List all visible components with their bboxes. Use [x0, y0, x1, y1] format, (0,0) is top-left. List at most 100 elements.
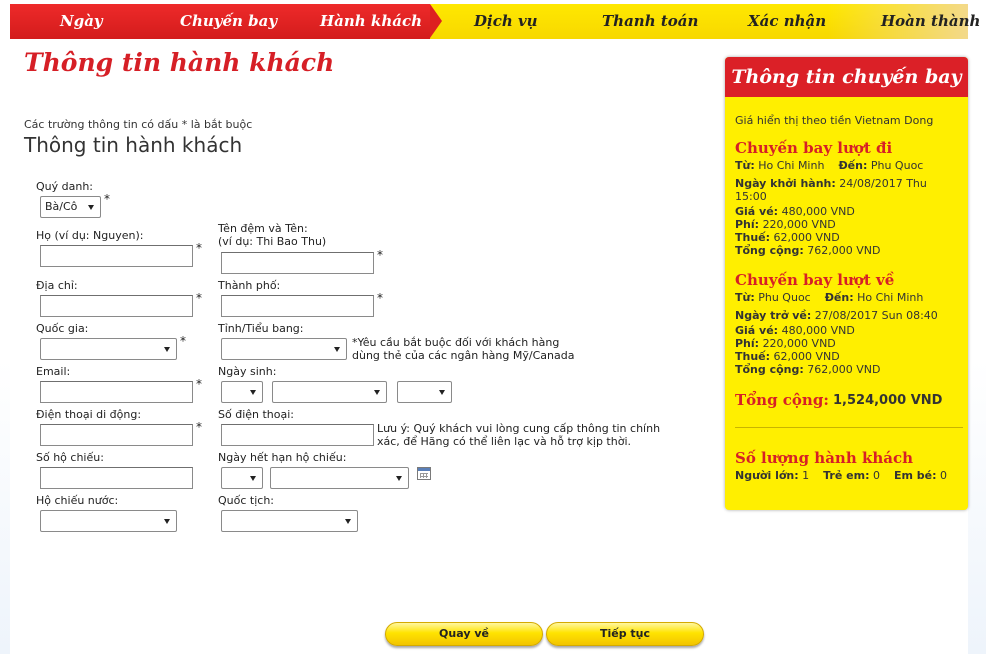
return-total-value: 762,000 VND	[807, 363, 881, 376]
passenger-counts: Người lớn: 1 Trẻ em: 0 Em bé: 0	[735, 469, 947, 482]
return-fare-value: 480,000 VND	[781, 324, 855, 337]
outbound-from: Ho Chi Minh	[758, 159, 825, 172]
back-button[interactable]: Quay về	[385, 622, 543, 646]
return-fee: Phí: 220,000 VND	[735, 337, 836, 350]
mobile-input[interactable]	[40, 424, 193, 446]
state-note-line-2: dùng thẻ của các ngân hàng Mỹ/Canada	[352, 349, 575, 362]
outbound-fee-label: Phí:	[735, 218, 760, 231]
outbound-fare-label: Giá vé:	[735, 205, 779, 218]
address-label: Địa chỉ:	[36, 279, 78, 292]
outbound-date-label: Ngày khởi hành:	[735, 177, 836, 190]
required-note: Các trường thông tin có dấu * là bắt buộ…	[24, 118, 253, 131]
required-mark: *	[196, 241, 202, 255]
title-select[interactable]: Bà/Cô	[40, 196, 101, 218]
infant-label: Em bé:	[893, 469, 937, 482]
return-fare-label: Giá vé:	[735, 324, 779, 337]
last-name-label: Họ (ví dụ: Nguyen):	[36, 229, 144, 242]
step-complete: Hoàn thành	[881, 12, 981, 30]
state-note-line-1: *Yêu cầu bắt buộc đối với khách hàng	[352, 336, 560, 349]
grand-total-label: Tổng cộng:	[735, 391, 829, 409]
country-select[interactable]	[40, 338, 177, 360]
return-total: Tổng cộng: 762,000 VND	[735, 363, 881, 376]
return-from: Phu Quoc	[758, 291, 811, 304]
outbound-fare-value: 480,000 VND	[781, 205, 855, 218]
dob-day-select[interactable]	[221, 381, 263, 403]
booking-steps: Ngày Chuyến bay Hành khách Dịch vụ Thanh…	[10, 4, 980, 39]
sidebar-divider	[735, 427, 963, 428]
phone-input[interactable]	[221, 424, 374, 446]
outbound-date-value: 24/08/2017 Thu	[839, 177, 927, 190]
outbound-heading: Chuyến bay lượt đi	[735, 139, 893, 157]
outbound-from-label: Từ:	[735, 159, 755, 172]
return-fee-label: Phí:	[735, 337, 760, 350]
return-tax-label: Thuế:	[735, 350, 771, 363]
email-input[interactable]	[40, 381, 193, 403]
required-mark: *	[196, 377, 202, 391]
outbound-fee-value: 220,000 VND	[762, 218, 836, 231]
return-tax: Thuế: 62,000 VND	[735, 350, 840, 363]
currency-note: Giá hiển thị theo tiền Vietnam Dong	[735, 114, 934, 127]
email-label: Email:	[36, 365, 71, 378]
return-fee-value: 220,000 VND	[762, 337, 836, 350]
return-to: Ho Chi Minh	[857, 291, 924, 304]
outbound-date: Ngày khởi hành: 24/08/2017 Thu	[735, 177, 927, 190]
return-date-value: 27/08/2017 Sun 08:40	[814, 309, 938, 322]
dob-month-select[interactable]	[272, 381, 387, 403]
dob-label: Ngày sinh:	[218, 365, 277, 378]
grand-total-value: 1,524,000 VND	[833, 393, 943, 408]
outbound-total: Tổng cộng: 762,000 VND	[735, 244, 881, 257]
passport-country-select[interactable]	[40, 510, 177, 532]
step-date[interactable]: Ngày	[60, 4, 103, 39]
given-name-label: Tên đệm và Tên:	[218, 222, 308, 235]
outbound-tax-value: 62,000 VND	[773, 231, 840, 244]
passport-input[interactable]	[40, 467, 193, 489]
country-label: Quốc gia:	[36, 322, 89, 335]
continue-button[interactable]: Tiếp tục	[546, 622, 704, 646]
return-fare: Giá vé: 480,000 VND	[735, 324, 855, 337]
outbound-time: 15:00	[735, 190, 767, 203]
page-title: Thông tin hành khách	[24, 48, 335, 77]
outbound-route: Từ: Ho Chi Minh Đến: Phu Quoc	[735, 159, 923, 172]
city-input[interactable]	[221, 295, 374, 317]
phone-note-line-2: xác, để Hãng có thể liên lạc và hỗ trợ k…	[377, 435, 631, 448]
city-label: Thành phố:	[218, 279, 281, 292]
outbound-tax-label: Thuế:	[735, 231, 771, 244]
infant-count: 0	[940, 469, 948, 482]
passenger-count-heading: Số lượng hành khách	[735, 449, 914, 467]
flight-info-panel: Thông tin chuyến bay Giá hiển thị theo t…	[725, 57, 968, 510]
title-label: Quý danh:	[36, 180, 94, 193]
nationality-label: Quốc tịch:	[218, 494, 274, 507]
step-passenger: Hành khách	[320, 12, 422, 30]
return-route: Từ: Phu Quoc Đến: Ho Chi Minh	[735, 291, 923, 304]
state-select[interactable]	[221, 338, 347, 360]
state-label: Tỉnh/Tiểu bang:	[218, 322, 304, 335]
return-date-label: Ngày trở về:	[735, 309, 812, 322]
dob-year-select[interactable]	[397, 381, 452, 403]
step-services: Dịch vụ	[474, 12, 538, 30]
return-tax-value: 62,000 VND	[773, 350, 840, 363]
return-date: Ngày trở về: 27/08/2017 Sun 08:40	[735, 309, 938, 322]
calendar-icon[interactable]	[417, 467, 431, 480]
outbound-total-value: 762,000 VND	[807, 244, 881, 257]
required-mark: *	[196, 420, 202, 434]
outbound-total-label: Tổng cộng:	[735, 244, 804, 257]
page-frame: Ngày Chuyến bay Hành khách Dịch vụ Thanh…	[10, 0, 980, 654]
given-name-input[interactable]	[221, 252, 374, 274]
expiry-month-select[interactable]	[270, 467, 409, 489]
adult-label: Người lớn:	[735, 469, 799, 482]
child-count: 0	[872, 469, 880, 482]
address-input[interactable]	[40, 295, 193, 317]
nationality-select[interactable]	[221, 510, 358, 532]
return-from-label: Từ:	[735, 291, 755, 304]
last-name-input[interactable]	[40, 245, 193, 267]
required-mark: *	[180, 334, 186, 348]
step-flight[interactable]: Chuyến bay	[180, 4, 277, 39]
expiry-day-select[interactable]	[221, 467, 263, 489]
outbound-fare: Giá vé: 480,000 VND	[735, 205, 855, 218]
required-mark: *	[196, 291, 202, 305]
flight-info-title: Thông tin chuyến bay	[725, 57, 968, 97]
mobile-label: Điện thoại di động:	[36, 408, 142, 421]
outbound-to: Phu Quoc	[870, 159, 924, 172]
return-to-label: Đến:	[824, 291, 854, 304]
return-heading: Chuyến bay lượt về	[735, 271, 895, 289]
